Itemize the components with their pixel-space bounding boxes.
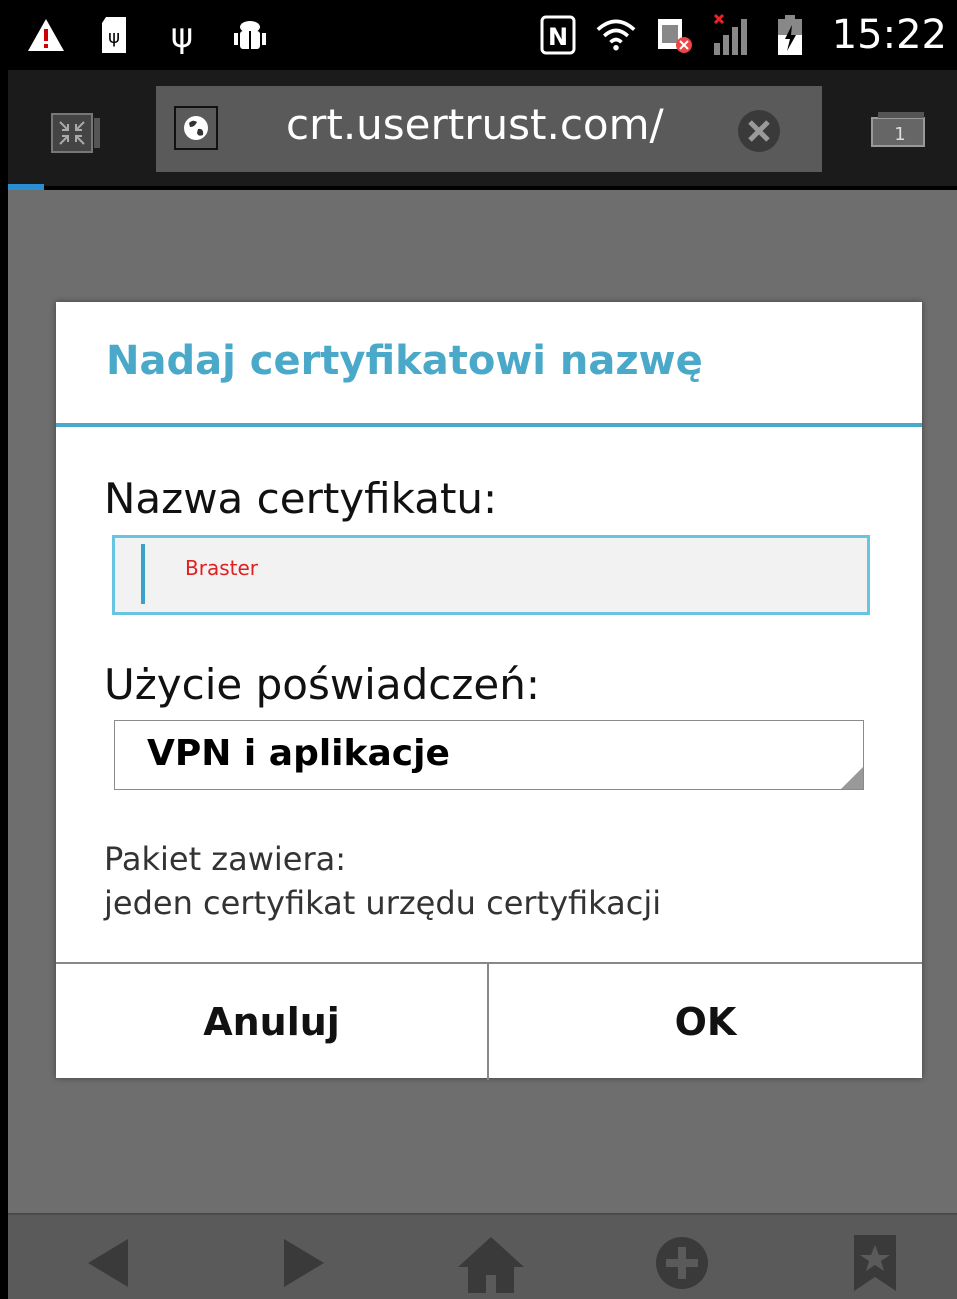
android-debug-icon (230, 15, 270, 55)
credential-usage-label: Użycie poświadczeń: (104, 660, 540, 709)
svg-text:ψ: ψ (171, 16, 193, 55)
title-divider (56, 423, 922, 427)
credential-usage-value: VPN i aplikacje (147, 733, 450, 774)
sim-error-icon (654, 15, 694, 55)
globe-icon (174, 106, 218, 150)
dialog-button-row: Anuluj OK (56, 962, 922, 1080)
svg-text:1: 1 (894, 124, 905, 145)
credential-usage-select[interactable]: VPN i aplikacje (114, 720, 864, 790)
usb-icon: ψ (162, 15, 202, 55)
package-label: Pakiet zawiera: (104, 840, 346, 878)
ok-button[interactable]: OK (489, 964, 922, 1080)
back-icon[interactable] (80, 1233, 140, 1293)
package-content: jeden certyfikat urzędu certyfikacji (104, 884, 662, 922)
wifi-icon (596, 15, 636, 55)
certificate-name-input[interactable]: Braster (112, 535, 870, 615)
browser-bottom-bar (8, 1213, 957, 1299)
status-right-icons: N 15:22 (538, 0, 947, 70)
certificate-name-value: Braster (185, 556, 258, 580)
bookmarks-icon[interactable] (850, 1233, 910, 1293)
browser-toolbar: crt.usertrust.com/ 1 (8, 70, 957, 186)
status-left-icons: ψ ψ (26, 0, 270, 70)
clear-url-icon[interactable] (736, 108, 782, 154)
dropdown-corner-icon (841, 767, 863, 789)
tab-counter-icon[interactable]: 1 (870, 108, 928, 148)
cancel-button[interactable]: Anuluj (56, 964, 489, 1080)
add-icon[interactable] (652, 1233, 712, 1293)
dialog-title: Nadaj certyfikatowi nazwę (106, 338, 703, 384)
sd-card-icon: ψ (94, 15, 134, 55)
certificate-name-label: Nazwa certyfikatu: (104, 474, 498, 523)
svg-text:ψ: ψ (108, 27, 120, 48)
nfc-icon: N (538, 15, 578, 55)
fullscreen-icon[interactable] (48, 110, 108, 156)
home-icon[interactable] (456, 1233, 524, 1293)
url-text: crt.usertrust.com/ (286, 100, 664, 149)
status-time: 15:22 (831, 12, 947, 58)
certificate-name-dialog: Nadaj certyfikatowi nazwę Nazwa certyfik… (56, 302, 922, 1080)
text-cursor (141, 544, 145, 604)
signal-no-service-icon (712, 13, 752, 55)
svg-text:N: N (548, 23, 568, 51)
forward-icon[interactable] (274, 1233, 334, 1293)
warning-icon (26, 15, 66, 55)
status-bar: ψ ψ N 15:22 (0, 0, 957, 70)
url-field[interactable]: crt.usertrust.com/ (156, 86, 822, 172)
battery-charging-icon (770, 15, 810, 55)
